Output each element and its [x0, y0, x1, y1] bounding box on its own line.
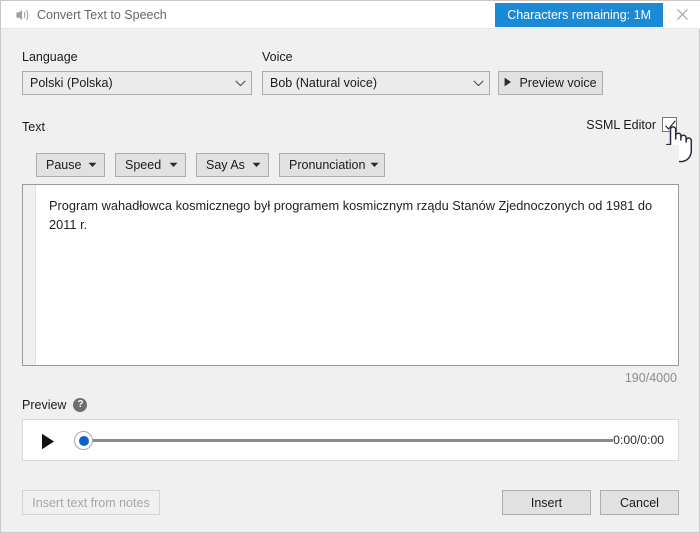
- ssml-editor-toggle[interactable]: SSML Editor: [586, 117, 677, 132]
- play-triangle-icon: [504, 76, 512, 90]
- language-select-value: Polski (Polska): [30, 76, 113, 90]
- audio-player: 0:00/0:00: [22, 419, 679, 461]
- pause-label: Pause: [46, 158, 82, 172]
- say-as-label: Say As: [206, 158, 245, 172]
- play-button[interactable]: [38, 431, 58, 451]
- close-icon[interactable]: [663, 1, 700, 28]
- check-icon: [665, 120, 676, 130]
- preview-voice-label: Preview voice: [519, 76, 597, 90]
- preview-label: Preview: [22, 398, 67, 412]
- insert-label: Insert: [530, 495, 563, 510]
- pronunciation-dropdown-button[interactable]: Pronunciation: [279, 153, 385, 177]
- title-bar: Convert Text to Speech Characters remain…: [1, 1, 700, 29]
- characters-remaining-badge: Characters remaining: 1M: [495, 3, 663, 27]
- ssml-text-editor[interactable]: Program wahadłowca kosmicznego był progr…: [22, 184, 679, 366]
- speech-icon: [14, 7, 31, 23]
- insert-button[interactable]: Insert: [502, 490, 591, 515]
- text-label: Text: [22, 120, 45, 134]
- chevron-down-icon: [81, 162, 104, 168]
- chevron-down-icon: [467, 80, 489, 87]
- pause-dropdown-button[interactable]: Pause: [36, 153, 105, 177]
- cancel-button[interactable]: Cancel: [600, 490, 679, 515]
- voice-label: Voice: [262, 50, 293, 64]
- text-editor-content[interactable]: Program wahadłowca kosmicznego był progr…: [36, 185, 678, 365]
- playback-thumb[interactable]: [74, 431, 93, 450]
- insert-text-from-notes-button[interactable]: Insert text from notes: [22, 490, 160, 515]
- voice-select-value: Bob (Natural voice): [270, 76, 377, 90]
- speed-dropdown-button[interactable]: Speed: [115, 153, 186, 177]
- preview-voice-button[interactable]: Preview voice: [498, 71, 603, 95]
- window-title: Convert Text to Speech: [37, 8, 167, 22]
- chevron-down-icon: [245, 162, 268, 168]
- chevron-down-icon: [161, 162, 185, 168]
- language-select[interactable]: Polski (Polska): [22, 71, 252, 95]
- chevron-down-icon: [229, 80, 251, 87]
- ssml-toolbar: Pause Speed Say As Pronunciation: [22, 145, 679, 184]
- editor-gutter: [23, 185, 36, 365]
- cancel-label: Cancel: [620, 495, 659, 510]
- ssml-editor-checkbox[interactable]: [662, 117, 677, 132]
- character-counter: 190/4000: [624, 371, 677, 385]
- language-label: Language: [22, 50, 78, 64]
- playback-time: 0:00/0:00: [613, 433, 664, 447]
- voice-select[interactable]: Bob (Natural voice): [262, 71, 490, 95]
- convert-text-to-speech-dialog: Convert Text to Speech Characters remain…: [0, 0, 700, 533]
- pronunciation-label: Pronunciation: [289, 158, 366, 172]
- say-as-dropdown-button[interactable]: Say As: [196, 153, 269, 177]
- help-icon[interactable]: ?: [73, 398, 88, 412]
- speed-label: Speed: [125, 158, 162, 172]
- insert-text-from-notes-label: Insert text from notes: [32, 495, 150, 510]
- ssml-editor-label: SSML Editor: [586, 117, 656, 132]
- chevron-down-icon: [365, 162, 384, 168]
- preview-section-header: Preview ?: [22, 398, 88, 412]
- playback-track[interactable]: [83, 439, 613, 442]
